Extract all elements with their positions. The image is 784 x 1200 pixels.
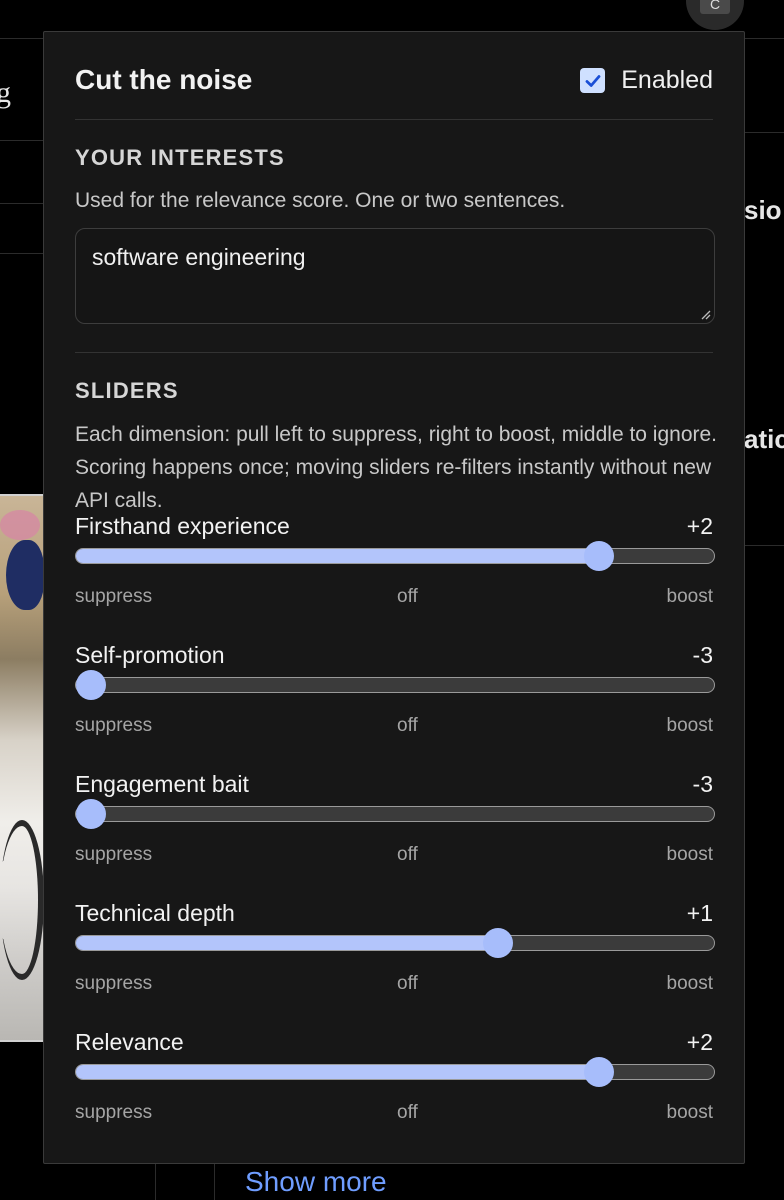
bg-edge-text-right: sio <box>744 195 782 225</box>
bg-divider <box>745 38 784 39</box>
bg-divider <box>745 132 784 133</box>
slider-fill <box>76 936 498 950</box>
popup-title: Cut the noise <box>75 64 253 95</box>
tick-suppress: suppress <box>75 715 153 736</box>
bg-divider <box>155 1164 156 1200</box>
tick-off: off <box>397 1102 418 1123</box>
slider-track-technical-depth[interactable] <box>75 928 715 958</box>
bg-divider <box>214 1164 215 1200</box>
slider-thumb[interactable] <box>482 928 513 958</box>
slider-track-relevance[interactable] <box>75 1057 715 1087</box>
tick-off: off <box>397 715 418 736</box>
enabled-toggle[interactable]: Enabled <box>580 66 713 95</box>
extension-popup: Cut the noise Enabled YOUR INTERESTS Use… <box>43 31 745 1164</box>
popup-header: Cut the noise Enabled <box>75 32 713 120</box>
slider-fill <box>76 1065 600 1079</box>
slider-track-firsthand-experience[interactable] <box>75 541 715 571</box>
slider-firsthand-experience: Firsthand experience +2 suppress off boost <box>75 503 715 632</box>
tick-boost: boost <box>666 1102 713 1123</box>
slider-value: -3 <box>692 771 713 797</box>
bg-divider <box>0 203 43 204</box>
slider-technical-depth: Technical depth +1 suppress off boost <box>75 890 715 1019</box>
slider-thumb[interactable] <box>584 541 615 571</box>
show-more-link[interactable]: Show more <box>245 1166 387 1198</box>
bg-edge-text-right: atic <box>744 424 784 454</box>
tick-suppress: suppress <box>75 844 153 865</box>
enabled-label: Enabled <box>621 66 713 94</box>
checkmark-icon <box>585 74 601 87</box>
slider-label: Relevance <box>75 1029 184 1055</box>
interests-heading: YOUR INTERESTS <box>75 145 285 170</box>
tick-off: off <box>397 973 418 994</box>
slider-list: Firsthand experience +2 suppress off boost Se… <box>75 503 715 1148</box>
interests-help: Used for the relevance score. One or two… <box>75 189 566 212</box>
slider-track-self-promotion[interactable] <box>75 670 715 700</box>
interests-textarea[interactable]: software engineering <box>75 228 715 324</box>
bg-divider <box>0 38 43 39</box>
interests-value: software engineering <box>92 244 306 270</box>
bg-divider <box>0 253 43 254</box>
photo-flowers <box>0 510 40 540</box>
slider-value: +2 <box>686 1029 713 1055</box>
sliders-section-header: SLIDERS Each dimension: pull left to sup… <box>75 353 717 512</box>
tick-suppress: suppress <box>75 973 153 994</box>
tick-boost: boost <box>666 586 713 607</box>
tick-boost: boost <box>666 973 713 994</box>
tick-boost: boost <box>666 715 713 736</box>
slider-label: Self-promotion <box>75 642 225 668</box>
interests-section: YOUR INTERESTS Used for the relevance sc… <box>75 120 715 353</box>
photo-vase <box>6 540 44 610</box>
photo-chair <box>0 820 44 980</box>
sliders-heading: SLIDERS <box>75 378 179 403</box>
bg-divider <box>745 545 784 546</box>
tick-suppress: suppress <box>75 1102 153 1123</box>
slider-thumb[interactable] <box>76 670 106 700</box>
tick-suppress: suppress <box>75 586 153 607</box>
enabled-checkbox[interactable] <box>580 68 606 93</box>
slider-thumb[interactable] <box>584 1057 615 1087</box>
bg-edge-text-left: g <box>0 76 11 109</box>
slider-value: +1 <box>686 900 713 926</box>
slider-label: Technical depth <box>75 900 235 926</box>
tick-off: off <box>397 844 418 865</box>
resize-handle-icon[interactable] <box>699 308 711 320</box>
slider-engagement-bait: Engagement bait -3 suppress off boost <box>75 761 715 890</box>
avatar-initial: C <box>700 0 730 14</box>
slider-value: -3 <box>692 642 713 668</box>
slider-value: +2 <box>686 513 713 539</box>
slider-relevance: Relevance +2 suppress off boost <box>75 1019 715 1148</box>
slider-label: Firsthand experience <box>75 513 290 539</box>
slider-track-engagement-bait[interactable] <box>75 799 715 829</box>
bg-divider <box>0 140 43 141</box>
slider-thumb[interactable] <box>76 799 106 829</box>
tick-off: off <box>397 586 418 607</box>
slider-label: Engagement bait <box>75 771 249 797</box>
slider-fill <box>76 549 600 563</box>
tick-boost: boost <box>666 844 713 865</box>
slider-self-promotion: Self-promotion -3 suppress off boost <box>75 632 715 761</box>
